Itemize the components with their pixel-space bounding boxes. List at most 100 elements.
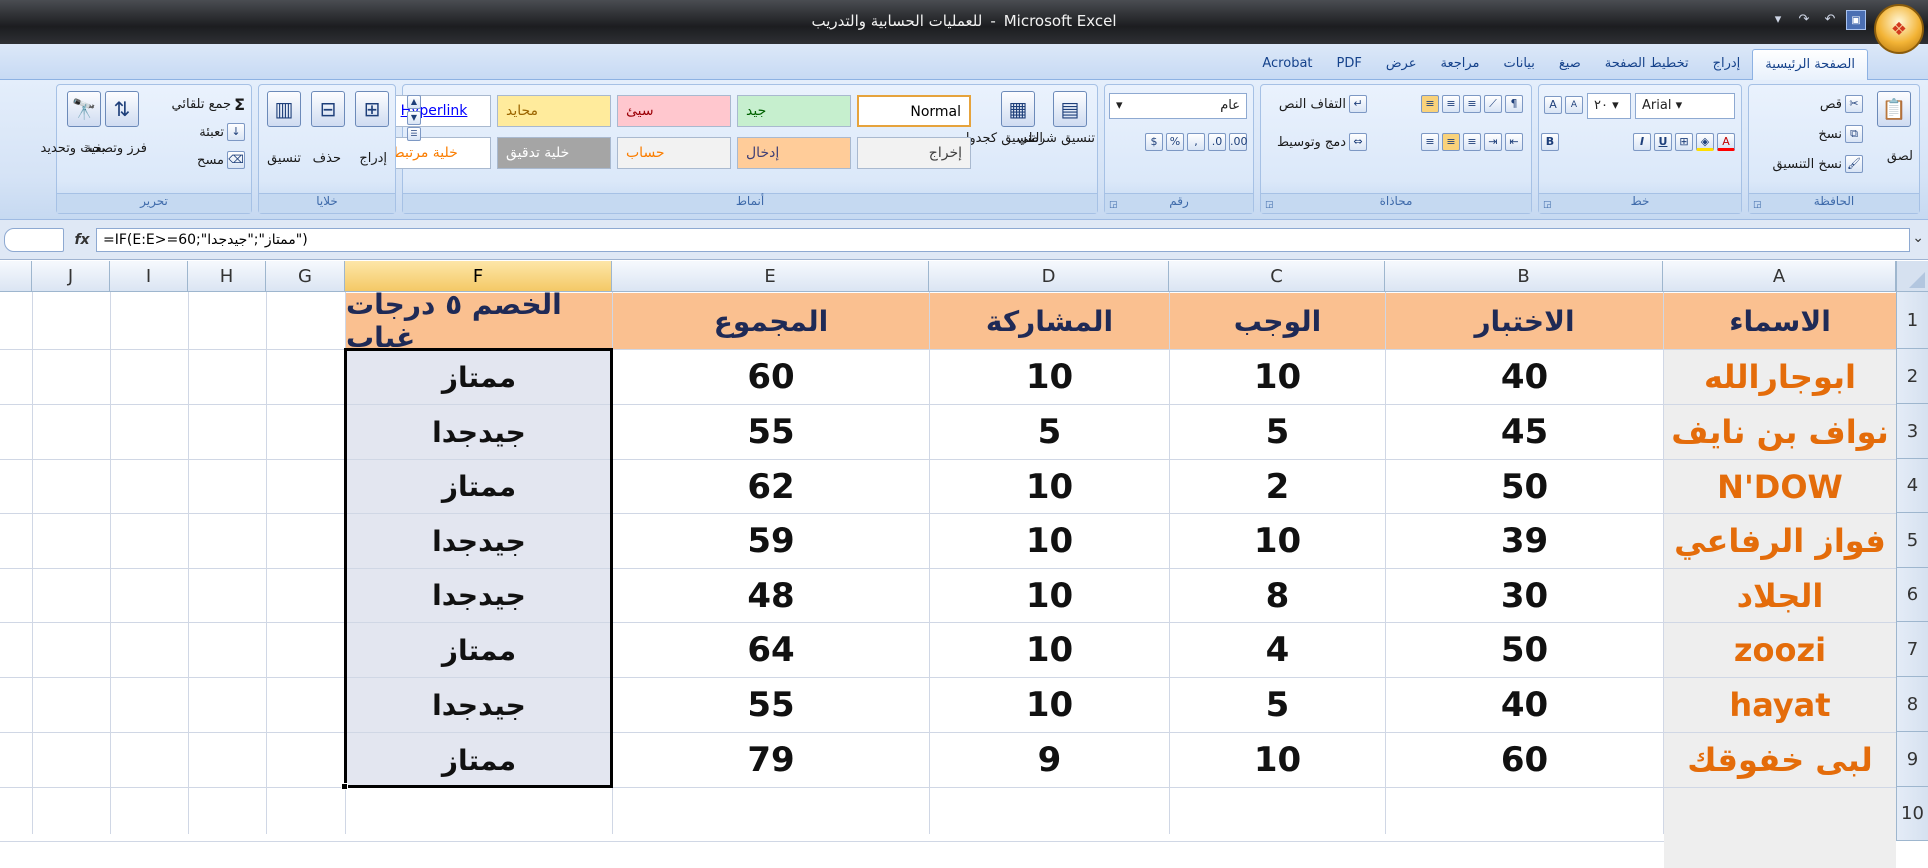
format-as-table-button[interactable]: التنسيق كجدول bbox=[960, 131, 1043, 146]
cell-style-8[interactable]: خلية تدقيق bbox=[497, 137, 611, 169]
conditional-formatting-icon[interactable]: ▤ bbox=[1053, 91, 1087, 127]
empty-cell-a10[interactable] bbox=[1664, 788, 1896, 868]
number-launcher-icon[interactable]: ◲ bbox=[1109, 200, 1118, 210]
paste-button[interactable]: لصق bbox=[1887, 149, 1913, 164]
autosum-button[interactable]: جمع تلقائي Σ bbox=[172, 95, 245, 114]
data-cell[interactable]: 79 bbox=[613, 733, 929, 787]
data-cell[interactable]: 10 bbox=[930, 678, 1169, 732]
name-cell[interactable]: zoozi bbox=[1664, 623, 1896, 677]
column-header-C[interactable]: C bbox=[1169, 261, 1385, 292]
data-cell[interactable]: 10 bbox=[930, 569, 1169, 622]
align-top-icon[interactable]: ≡ bbox=[1463, 95, 1481, 113]
grade-cell[interactable]: جيدجدا bbox=[346, 569, 612, 622]
increase-decimal-icon[interactable]: .0 bbox=[1208, 133, 1226, 151]
grow-font-icon[interactable]: A bbox=[1544, 96, 1562, 114]
data-cell[interactable]: 60 bbox=[1386, 733, 1663, 787]
more-styles-icon[interactable]: ☰ bbox=[407, 127, 421, 141]
column-header-E[interactable]: E bbox=[612, 261, 929, 292]
customize-qat-icon[interactable]: ▾ bbox=[1768, 10, 1788, 30]
clear-button[interactable]: مسح ⌫ bbox=[197, 151, 245, 169]
tab-7[interactable]: PDF bbox=[1325, 49, 1374, 80]
paste-icon[interactable]: 📋 bbox=[1877, 91, 1911, 127]
alignment-launcher-icon[interactable]: ◲ bbox=[1265, 200, 1274, 210]
grade-cell[interactable]: جيدجدا bbox=[346, 405, 612, 459]
decrease-decimal-icon[interactable]: .00 bbox=[1229, 133, 1248, 151]
sort-filter-icon[interactable]: ⇅ bbox=[105, 91, 139, 127]
increase-indent-icon[interactable]: ⇥ bbox=[1484, 133, 1502, 151]
data-cell[interactable]: 55 bbox=[613, 678, 929, 732]
font-size-combo[interactable]: ٢٠ ▾ bbox=[1587, 93, 1631, 119]
data-cell[interactable]: 10 bbox=[930, 460, 1169, 513]
column-header-B[interactable]: B bbox=[1385, 261, 1663, 292]
cut-button[interactable]: قص ✂ bbox=[1820, 95, 1863, 113]
data-cell[interactable]: 10 bbox=[930, 623, 1169, 677]
grade-cell[interactable]: ممتاز bbox=[346, 733, 612, 787]
header-cell-E[interactable]: المجموع bbox=[613, 293, 929, 349]
tab-8[interactable]: Acrobat bbox=[1250, 49, 1324, 80]
name-cell[interactable]: لبى خفوقك bbox=[1664, 733, 1896, 787]
comma-icon[interactable]: , bbox=[1187, 133, 1205, 151]
data-cell[interactable]: 2 bbox=[1170, 460, 1385, 513]
decrease-indent-icon[interactable]: ⇤ bbox=[1505, 133, 1523, 151]
undo-icon[interactable]: ↶ bbox=[1820, 10, 1840, 30]
cell-style-1[interactable]: جيد bbox=[737, 95, 851, 127]
data-cell[interactable]: 45 bbox=[1386, 405, 1663, 459]
data-cell[interactable]: 10 bbox=[1170, 733, 1385, 787]
header-cell-A[interactable]: الاسماء bbox=[1664, 293, 1896, 349]
row-header-5[interactable]: 5 bbox=[1896, 513, 1928, 568]
cell-style-0[interactable]: Normal bbox=[857, 95, 971, 127]
find-select-button[interactable]: بحث وتحديد bbox=[41, 141, 105, 156]
header-cell-D[interactable]: المشاركة bbox=[930, 293, 1169, 349]
name-cell[interactable]: فواز الرفاعي bbox=[1664, 514, 1896, 568]
grade-cell[interactable]: ممتاز bbox=[346, 350, 612, 404]
column-header-H[interactable]: H bbox=[188, 261, 266, 292]
data-cell[interactable]: 62 bbox=[613, 460, 929, 513]
row-header-4[interactable]: 4 bbox=[1896, 459, 1928, 513]
header-cell-F[interactable]: الخصم ٥ درجات غياب bbox=[346, 288, 612, 354]
cell-style-3[interactable]: محايد bbox=[497, 95, 611, 127]
data-cell[interactable]: 60 bbox=[613, 350, 929, 404]
column-header-A[interactable]: A bbox=[1663, 261, 1896, 292]
font-launcher-icon[interactable]: ◲ bbox=[1543, 200, 1552, 210]
column-header-G[interactable]: G bbox=[266, 261, 345, 292]
format-cells-icon[interactable]: ▥ bbox=[267, 91, 301, 127]
grade-cell[interactable]: ممتاز bbox=[346, 460, 612, 513]
scroll-up-icon[interactable]: ▲ bbox=[407, 95, 421, 109]
cell-style-7[interactable]: حساب bbox=[617, 137, 731, 169]
insert-function-icon[interactable]: fx bbox=[70, 228, 94, 252]
header-cell-B[interactable]: الاختبار bbox=[1386, 293, 1663, 349]
row-header-8[interactable]: 8 bbox=[1896, 677, 1928, 732]
column-header-I[interactable]: I bbox=[110, 261, 188, 292]
name-cell[interactable]: N'DOW bbox=[1664, 460, 1896, 513]
tab-5[interactable]: مراجعة bbox=[1429, 49, 1492, 80]
format-painter-button[interactable]: نسخ التنسيق 🖌 bbox=[1772, 155, 1863, 173]
font-color-icon[interactable]: A bbox=[1717, 133, 1735, 151]
data-cell[interactable]: 39 bbox=[1386, 514, 1663, 568]
formula-input[interactable]: =IF(E:E>=60;"ممتاز";"جيدجدا") bbox=[96, 228, 1910, 252]
clipboard-launcher-icon[interactable]: ◲ bbox=[1753, 200, 1762, 210]
name-cell[interactable]: hayat bbox=[1664, 678, 1896, 732]
data-cell[interactable]: 50 bbox=[1386, 460, 1663, 513]
data-cell[interactable]: 40 bbox=[1386, 350, 1663, 404]
data-cell[interactable]: 48 bbox=[613, 569, 929, 622]
name-cell[interactable]: نواف بن نايف bbox=[1664, 405, 1896, 459]
data-cell[interactable]: 59 bbox=[613, 514, 929, 568]
rtl-direction-icon[interactable]: ¶ bbox=[1505, 95, 1523, 113]
delete-cells-button[interactable]: حذف bbox=[313, 151, 341, 166]
underline-icon[interactable]: U bbox=[1654, 133, 1672, 151]
tab-6[interactable]: عرض bbox=[1374, 49, 1429, 80]
redo-icon[interactable]: ↷ bbox=[1794, 10, 1814, 30]
copy-button[interactable]: نسخ ⧉ bbox=[1818, 125, 1863, 143]
format-as-table-icon[interactable]: ▦ bbox=[1001, 91, 1035, 127]
fill-handle[interactable] bbox=[341, 783, 348, 790]
data-cell[interactable]: 8 bbox=[1170, 569, 1385, 622]
align-right-icon[interactable]: ≡ bbox=[1421, 133, 1439, 151]
tab-0[interactable]: الصفحة الرئيسية bbox=[1752, 49, 1868, 80]
save-icon[interactable]: ▣ bbox=[1846, 10, 1866, 30]
tab-2[interactable]: تخطيط الصفحة bbox=[1593, 49, 1701, 80]
delete-cells-icon[interactable]: ⊟ bbox=[311, 91, 345, 127]
cell-style-6[interactable]: إدخال bbox=[737, 137, 851, 169]
percent-icon[interactable]: % bbox=[1166, 133, 1184, 151]
row-header-10[interactable]: 10 bbox=[1896, 787, 1928, 841]
scroll-down-icon[interactable]: ▼ bbox=[407, 111, 421, 125]
